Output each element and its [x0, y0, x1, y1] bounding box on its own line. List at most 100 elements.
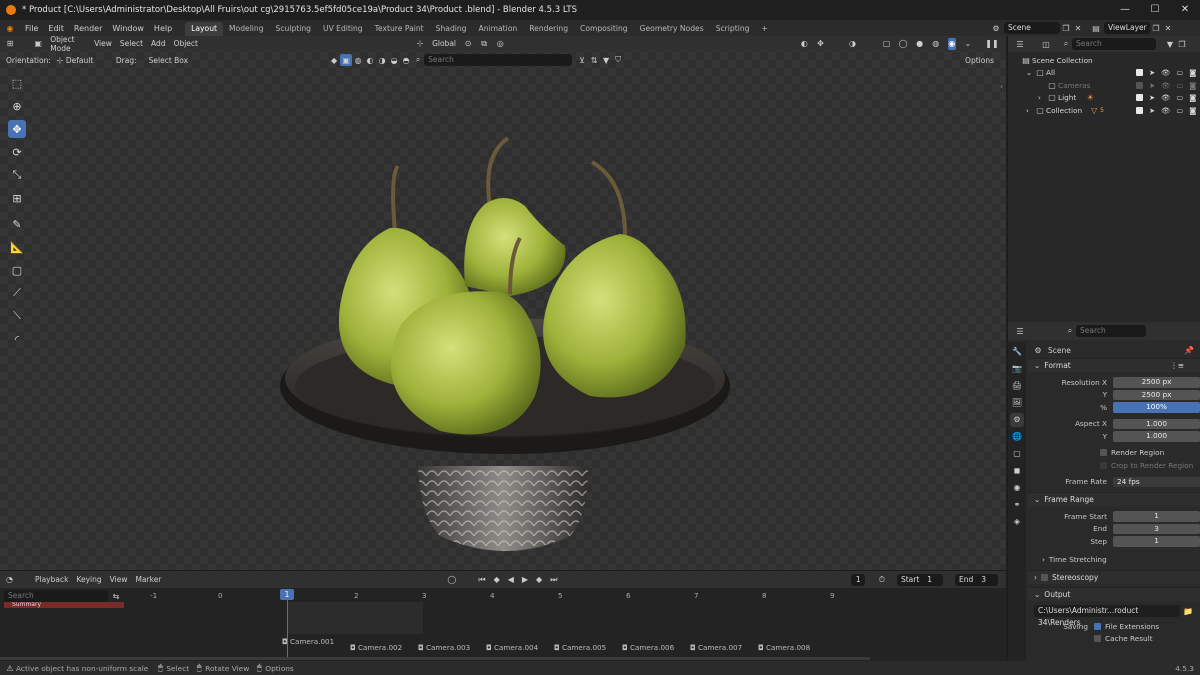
jump-end-icon[interactable]: ⏭: [550, 574, 557, 586]
eye-icon[interactable]: 👁: [1161, 81, 1170, 90]
menu-marker[interactable]: Marker: [135, 575, 161, 584]
menu-view[interactable]: View: [110, 575, 128, 584]
editor-type-icon[interactable]: ⊞: [6, 38, 14, 50]
outliner-editor-icon[interactable]: ☰: [1014, 38, 1026, 50]
frame-start-field[interactable]: 1: [1113, 511, 1200, 522]
jump-start-icon[interactable]: ⏮: [478, 574, 485, 586]
outliner-search-input[interactable]: Search: [1072, 38, 1156, 50]
add-cube-tool[interactable]: ▢: [8, 261, 26, 279]
render-region-row[interactable]: Render Region: [1028, 447, 1200, 460]
tool-tab-icon[interactable]: 🔧: [1010, 345, 1024, 359]
shading-solid-icon[interactable]: ●: [916, 38, 924, 50]
camera-filter-icon[interactable]: ◒: [388, 54, 400, 66]
curve-tool[interactable]: ◜: [8, 330, 26, 348]
expand-arrow-icon[interactable]: ›: [1038, 93, 1046, 102]
properties-search-input[interactable]: Search: [1076, 325, 1146, 337]
render-camera-icon[interactable]: ◙: [1189, 93, 1196, 102]
menu-file[interactable]: File: [20, 24, 43, 33]
frame-rate-dropdown[interactable]: 24 fps: [1113, 476, 1200, 487]
frame-end-field[interactable]: 3: [1113, 523, 1200, 534]
scene-collection-row[interactable]: ▤ Scene Collection: [1020, 54, 1200, 67]
expand-arrow-icon[interactable]: ›: [1026, 106, 1034, 115]
monitor-icon[interactable]: ▭: [1176, 93, 1183, 102]
delete-view-layer-icon[interactable]: ✕: [1162, 22, 1174, 34]
monitor-icon[interactable]: ▭: [1176, 106, 1183, 115]
menu-keying[interactable]: Keying: [76, 575, 101, 584]
world-tab-icon[interactable]: 🌐: [1010, 430, 1024, 444]
scene-tab-icon[interactable]: ⚙: [1010, 413, 1024, 427]
eye-icon[interactable]: 👁: [1161, 68, 1170, 77]
3d-viewport[interactable]: ⊞ ▣ Object Mode View Select Add Object ⊹…: [0, 35, 1006, 570]
camera-marker[interactable]: ◘ Camera.004: [486, 643, 538, 652]
resolution-percent-field[interactable]: 100%: [1113, 402, 1200, 413]
gizmo-icon[interactable]: ✥: [816, 38, 824, 50]
render-tab-icon[interactable]: 📷: [1010, 362, 1024, 376]
exclude-checkbox[interactable]: [1136, 81, 1143, 89]
filter-icon[interactable]: ⊻: [576, 54, 588, 66]
eye-icon[interactable]: 👁: [1161, 93, 1170, 102]
exclude-checkbox[interactable]: [1136, 106, 1143, 114]
overlay-icon[interactable]: ◑: [848, 38, 856, 50]
add-workspace-button[interactable]: +: [755, 22, 773, 36]
sort-icon[interactable]: ⇅: [588, 54, 600, 66]
options-dropdown[interactable]: Options: [965, 56, 994, 65]
delete-scene-icon[interactable]: ✕: [1072, 22, 1084, 34]
shading-material-icon[interactable]: ◍: [932, 38, 940, 50]
camera-marker[interactable]: ◘ Camera.005: [554, 643, 606, 652]
end-frame-field[interactable]: End 3: [954, 573, 998, 586]
menu-help[interactable]: Help: [149, 24, 177, 33]
exclude-checkbox[interactable]: [1136, 94, 1143, 102]
tab-scripting[interactable]: Scripting: [710, 22, 756, 36]
transform-tool[interactable]: ⊞: [8, 189, 26, 207]
tab-layout[interactable]: Layout: [185, 22, 223, 36]
minimize-button[interactable]: —: [1110, 0, 1140, 20]
view-layer-tab-icon[interactable]: 🖼: [1010, 396, 1024, 410]
visibility-icon[interactable]: ◐: [800, 38, 808, 50]
shading-options-icon[interactable]: ⌄: [964, 38, 972, 50]
outliner-item-collection[interactable]: › ▢ Collection ▽ 5 ➤ 👁 ▭ ◙: [1020, 104, 1200, 117]
knife-tool[interactable]: ⟋: [8, 284, 26, 302]
mode-dropdown[interactable]: Object Mode: [50, 35, 82, 53]
crop-region-checkbox[interactable]: [1100, 461, 1107, 469]
new-view-layer-icon[interactable]: ❐: [1150, 22, 1162, 34]
scene-selector[interactable]: Scene: [1004, 22, 1060, 34]
object-tab-icon[interactable]: ◼: [1010, 464, 1024, 478]
proportional-edit-icon[interactable]: ◎: [496, 38, 504, 50]
view-layer-icon[interactable]: ▤: [1090, 22, 1102, 34]
tab-compositing[interactable]: Compositing: [574, 22, 634, 36]
current-frame-field[interactable]: 1: [851, 573, 865, 586]
blender-menu-icon[interactable]: ◉: [4, 22, 16, 34]
time-stretching-subpanel[interactable]: › Time Stretching: [1028, 554, 1200, 567]
tab-shading[interactable]: Shading: [430, 22, 473, 36]
aspect-x-field[interactable]: 1.000: [1113, 418, 1200, 429]
collection-tab-icon[interactable]: ▢: [1010, 447, 1024, 461]
light-filter-icon[interactable]: ◑: [376, 54, 388, 66]
resolution-y-field[interactable]: 2500 px: [1113, 389, 1200, 400]
properties-editor-icon[interactable]: ☰: [1014, 325, 1026, 337]
viewport-search-input[interactable]: Search: [424, 54, 573, 66]
output-path-input[interactable]: C:\Users\Administr...roduct 34\Renders: [1034, 605, 1180, 627]
camera-marker[interactable]: ◘ Camera.006: [622, 643, 674, 652]
render-camera-icon[interactable]: ◙: [1189, 68, 1196, 77]
monitor-icon[interactable]: ▭: [1176, 81, 1183, 90]
crop-region-row[interactable]: Crop to Render Region: [1028, 459, 1200, 472]
next-keyframe-icon[interactable]: ◆: [536, 574, 542, 586]
eye-icon[interactable]: 👁: [1161, 106, 1170, 115]
clock-icon[interactable]: ⏱: [879, 574, 885, 586]
select-box-tool[interactable]: ⬚: [8, 74, 26, 92]
bisect-tool[interactable]: ⟍: [8, 307, 26, 325]
empty-filter-icon[interactable]: ◓: [400, 54, 412, 66]
menu-add[interactable]: Add: [151, 39, 166, 48]
expand-arrow-icon[interactable]: ⌄: [1026, 68, 1034, 77]
display-mode-icon[interactable]: ◫: [1040, 38, 1052, 50]
output-panel-header[interactable]: ⌄ Output: [1028, 587, 1200, 601]
tab-texture-paint[interactable]: Texture Paint: [369, 22, 430, 36]
menu-window[interactable]: Window: [107, 24, 149, 33]
pause-render-icon[interactable]: ❚❚: [985, 38, 998, 50]
object-types-icon[interactable]: ▣: [340, 54, 353, 66]
camera-marker[interactable]: ◘ Camera.002: [350, 643, 402, 652]
stereoscopy-checkbox[interactable]: [1041, 574, 1048, 581]
outliner-filter-icon[interactable]: ▼: [1164, 38, 1176, 50]
tab-sculpting[interactable]: Sculpting: [270, 22, 317, 36]
data-tab-icon[interactable]: ◈: [1010, 515, 1024, 529]
